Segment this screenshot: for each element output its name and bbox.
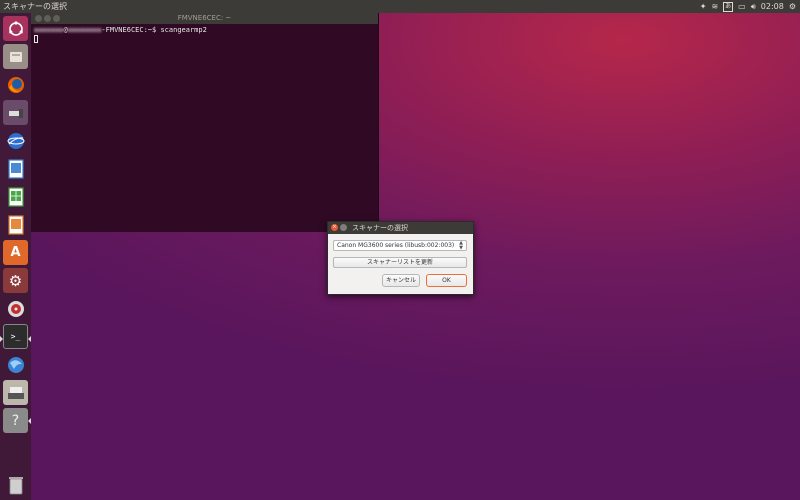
files-icon[interactable] <box>3 44 28 69</box>
scanner-combobox[interactable]: Canon MG3600 series (libusb:002:003) ▲ ▼ <box>333 240 467 251</box>
terminal-output[interactable]: ■■■■■■■@■■■■■■■■-FMVNE6CEC:~$ scangearmp… <box>31 24 378 46</box>
system-tool-icon[interactable] <box>3 100 28 125</box>
cancel-button[interactable]: キャンセル <box>382 274 420 287</box>
web-icon[interactable] <box>3 352 28 377</box>
help-icon[interactable]: ? <box>3 408 28 433</box>
trash-icon[interactable] <box>3 472 28 497</box>
system-tray: ✦ ≋ あ ▭ 🔊︎ 02:08 ⚙ <box>700 0 796 13</box>
disk-utility-icon[interactable] <box>3 296 28 321</box>
blurred-username: ■■■■■■■ <box>34 26 64 34</box>
scanner-icon[interactable] <box>3 380 28 405</box>
prompt-host: -FMVNE6CEC:~$ <box>101 26 157 34</box>
scanner-select-dialog[interactable]: × スキャナーの選択 Canon MG3600 series (libusb:0… <box>327 221 474 295</box>
close-icon[interactable]: × <box>331 224 338 231</box>
maximize-icon[interactable] <box>53 15 60 22</box>
dialog-title: スキャナーの選択 <box>352 224 408 232</box>
updown-arrows-icon: ▲ ▼ <box>459 240 463 251</box>
top-panel: スキャナーの選択 ✦ ≋ あ ▭ 🔊︎ 02:08 ⚙ <box>0 0 800 13</box>
minimize-icon[interactable] <box>44 15 51 22</box>
terminal-icon[interactable]: >_ <box>3 324 28 349</box>
active-window-title: スキャナーの選択 <box>3 2 67 11</box>
terminal-title: FMVNE6CEC: ~ <box>177 14 232 22</box>
scanner-combobox-value: Canon MG3600 series (libusb:002:003) <box>337 242 455 249</box>
ok-button[interactable]: OK <box>426 274 467 287</box>
blurred-hostname: ■■■■■■■■ <box>67 26 102 34</box>
terminal-window[interactable]: FMVNE6CEC: ~ ■■■■■■■@■■■■■■■■-FMVNE6CEC:… <box>31 13 379 232</box>
launcher-pip <box>28 336 31 342</box>
input-method-icon[interactable]: あ <box>723 1 734 12</box>
terminal-cursor <box>34 35 38 43</box>
software-center-icon[interactable]: A <box>3 240 28 265</box>
system-settings-icon[interactable]: ⚙ <box>3 268 28 293</box>
terminal-titlebar[interactable]: FMVNE6CEC: ~ <box>31 13 378 24</box>
launcher-pip <box>28 418 31 424</box>
minimize-icon[interactable] <box>340 224 347 231</box>
network-icon[interactable]: ≋ <box>711 0 718 13</box>
impress-icon[interactable] <box>3 212 28 237</box>
dropbox-icon[interactable]: ✦ <box>700 0 707 13</box>
writer-icon[interactable] <box>3 156 28 181</box>
dash-home-icon[interactable] <box>3 16 28 41</box>
clock[interactable]: 02:08 <box>761 0 784 13</box>
close-icon[interactable] <box>35 15 42 22</box>
launcher: A ⚙ >_ ? <box>0 13 31 500</box>
volume-icon[interactable]: 🔊︎ <box>751 0 756 13</box>
dialog-titlebar[interactable]: × スキャナーの選択 <box>328 222 473 234</box>
browser-icon[interactable] <box>3 128 28 153</box>
refresh-scanner-list-button[interactable]: スキャナーリストを更新 <box>333 257 467 268</box>
command-text: scangearmp2 <box>160 26 207 34</box>
firefox-icon[interactable] <box>3 72 28 97</box>
battery-icon[interactable]: ▭ <box>738 0 746 13</box>
calc-icon[interactable] <box>3 184 28 209</box>
power-gear-icon[interactable]: ⚙ <box>789 0 796 13</box>
